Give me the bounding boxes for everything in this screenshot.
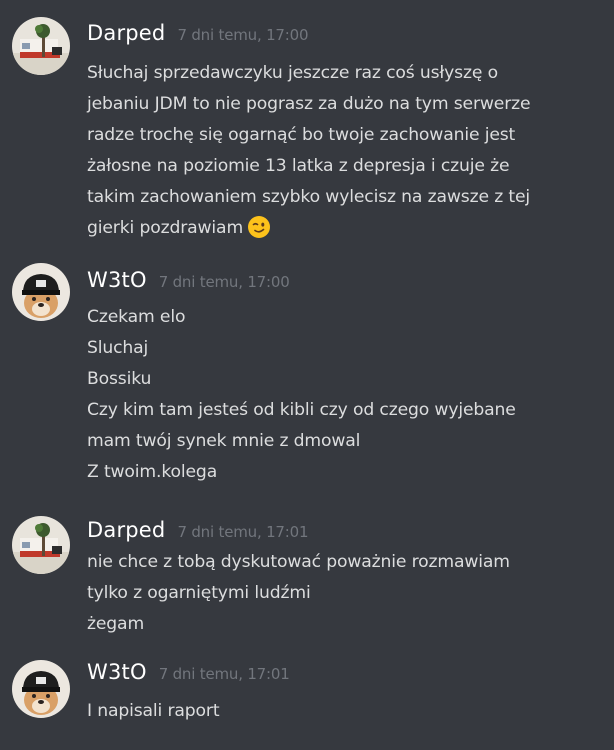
message-line: radze trochę się ogarnąć bo twoje zachow… <box>87 125 516 145</box>
message-line: Czy kim tam jesteś od kibli czy od czego… <box>87 400 516 420</box>
message-darped-1: Darped 7 dni temu, 17:00 Słuchaj sprzeda… <box>0 0 614 258</box>
avatar[interactable] <box>12 516 70 574</box>
chat-log: Darped 7 dni temu, 17:00 Słuchaj sprzeda… <box>0 0 614 750</box>
darped-avatar <box>12 516 70 574</box>
message-line: Słuchaj sprzedawczyku jeszcze raz coś us… <box>87 63 498 83</box>
avatar[interactable] <box>12 263 70 321</box>
w3to-avatar <box>12 263 70 321</box>
timestamp: 7 dni temu, 17:01 <box>158 665 290 683</box>
timestamp: 7 dni temu, 17:00 <box>177 26 309 44</box>
message-w3to-1: W3tO 7 dni temu, 17:00 Czekam elo Slucha… <box>0 258 614 508</box>
author-name[interactable]: W3tO <box>87 268 147 292</box>
message-line-text: gierki pozdrawiam <box>87 218 244 238</box>
message-line: żegam <box>87 614 145 634</box>
author-name[interactable]: Darped <box>87 21 165 45</box>
message-line: Sluchaj <box>87 338 149 358</box>
message-line: Bossiku <box>87 369 152 389</box>
message-line: nie chce z tobą dyskutować poważnie rozm… <box>87 552 510 572</box>
winking-face-emoji-icon <box>247 215 271 239</box>
message-line: Czekam elo <box>87 307 186 327</box>
message-w3to-2: W3tO 7 dni temu, 17:01 I napisali raport <box>0 654 614 750</box>
avatar[interactable] <box>12 660 70 718</box>
message-line-with-emoji: gierki pozdrawiam <box>87 213 602 244</box>
message-line: Z twoim.kolega <box>87 462 218 482</box>
timestamp: 7 dni temu, 17:01 <box>177 523 309 541</box>
message-content: Słuchaj sprzedawczyku jeszcze raz coś us… <box>87 58 602 244</box>
message-line: mam twój synek mnie z dmowal <box>87 431 361 451</box>
message-darped-2: Darped 7 dni temu, 17:01 nie chce z tobą… <box>0 508 614 654</box>
message-content: I napisali raport <box>87 696 602 727</box>
message-line: takim zachowaniem szybko wylecisz na zaw… <box>87 187 531 207</box>
message-content: Czekam elo Sluchaj Bossiku Czy kim tam j… <box>87 302 602 488</box>
timestamp: 7 dni temu, 17:00 <box>158 273 290 291</box>
author-name[interactable]: Darped <box>87 518 165 542</box>
darped-avatar <box>12 17 70 75</box>
message-line: żałosne na poziomie 13 latka z depresja … <box>87 156 510 176</box>
message-header: Darped 7 dni temu, 17:00 <box>87 21 309 57</box>
message-line: tylko z ogarniętymi ludźmi <box>87 583 311 603</box>
message-line: I napisali raport <box>87 701 220 721</box>
avatar[interactable] <box>12 17 70 75</box>
message-header: W3tO 7 dni temu, 17:01 <box>87 660 290 696</box>
author-name[interactable]: W3tO <box>87 660 147 684</box>
message-line: jebaniu JDM to nie pograsz za dużo na ty… <box>87 94 531 114</box>
message-content: nie chce z tobą dyskutować poważnie rozm… <box>87 547 602 640</box>
message-header: W3tO 7 dni temu, 17:00 <box>87 268 290 304</box>
w3to-avatar <box>12 660 70 718</box>
